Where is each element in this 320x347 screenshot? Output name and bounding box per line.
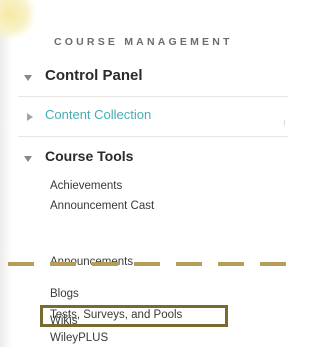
course-tool-link-announcement-cast[interactable]: Announcement Cast — [50, 200, 154, 212]
course-tools-label[interactable]: Course Tools — [45, 148, 133, 164]
collapse-edge-marker — [280, 120, 285, 126]
course-management-heading: COURSE MANAGEMENT — [54, 36, 233, 48]
course-tool-link-blogs[interactable]: Blogs — [50, 288, 79, 300]
chevron-down-icon[interactable] — [24, 156, 32, 162]
panel-edge-shadow — [0, 0, 12, 347]
corner-glow-decoration — [0, 0, 36, 40]
course-management-panel: COURSE MANAGEMENT Control Panel Content … — [0, 0, 296, 347]
content-collection-label[interactable]: Content Collection — [45, 107, 151, 122]
chevron-right-icon[interactable] — [27, 113, 33, 121]
chevron-down-icon[interactable] — [24, 75, 32, 81]
divider — [18, 96, 288, 97]
course-tool-link-wileyplus[interactable]: WileyPLUS — [50, 332, 108, 344]
dashed-separator-line — [8, 262, 296, 266]
divider — [18, 136, 288, 137]
control-panel-label[interactable]: Control Panel — [45, 67, 143, 84]
highlight-box-tests-surveys-pools — [40, 305, 228, 327]
course-tool-link-achievements[interactable]: Achievements — [50, 180, 122, 192]
